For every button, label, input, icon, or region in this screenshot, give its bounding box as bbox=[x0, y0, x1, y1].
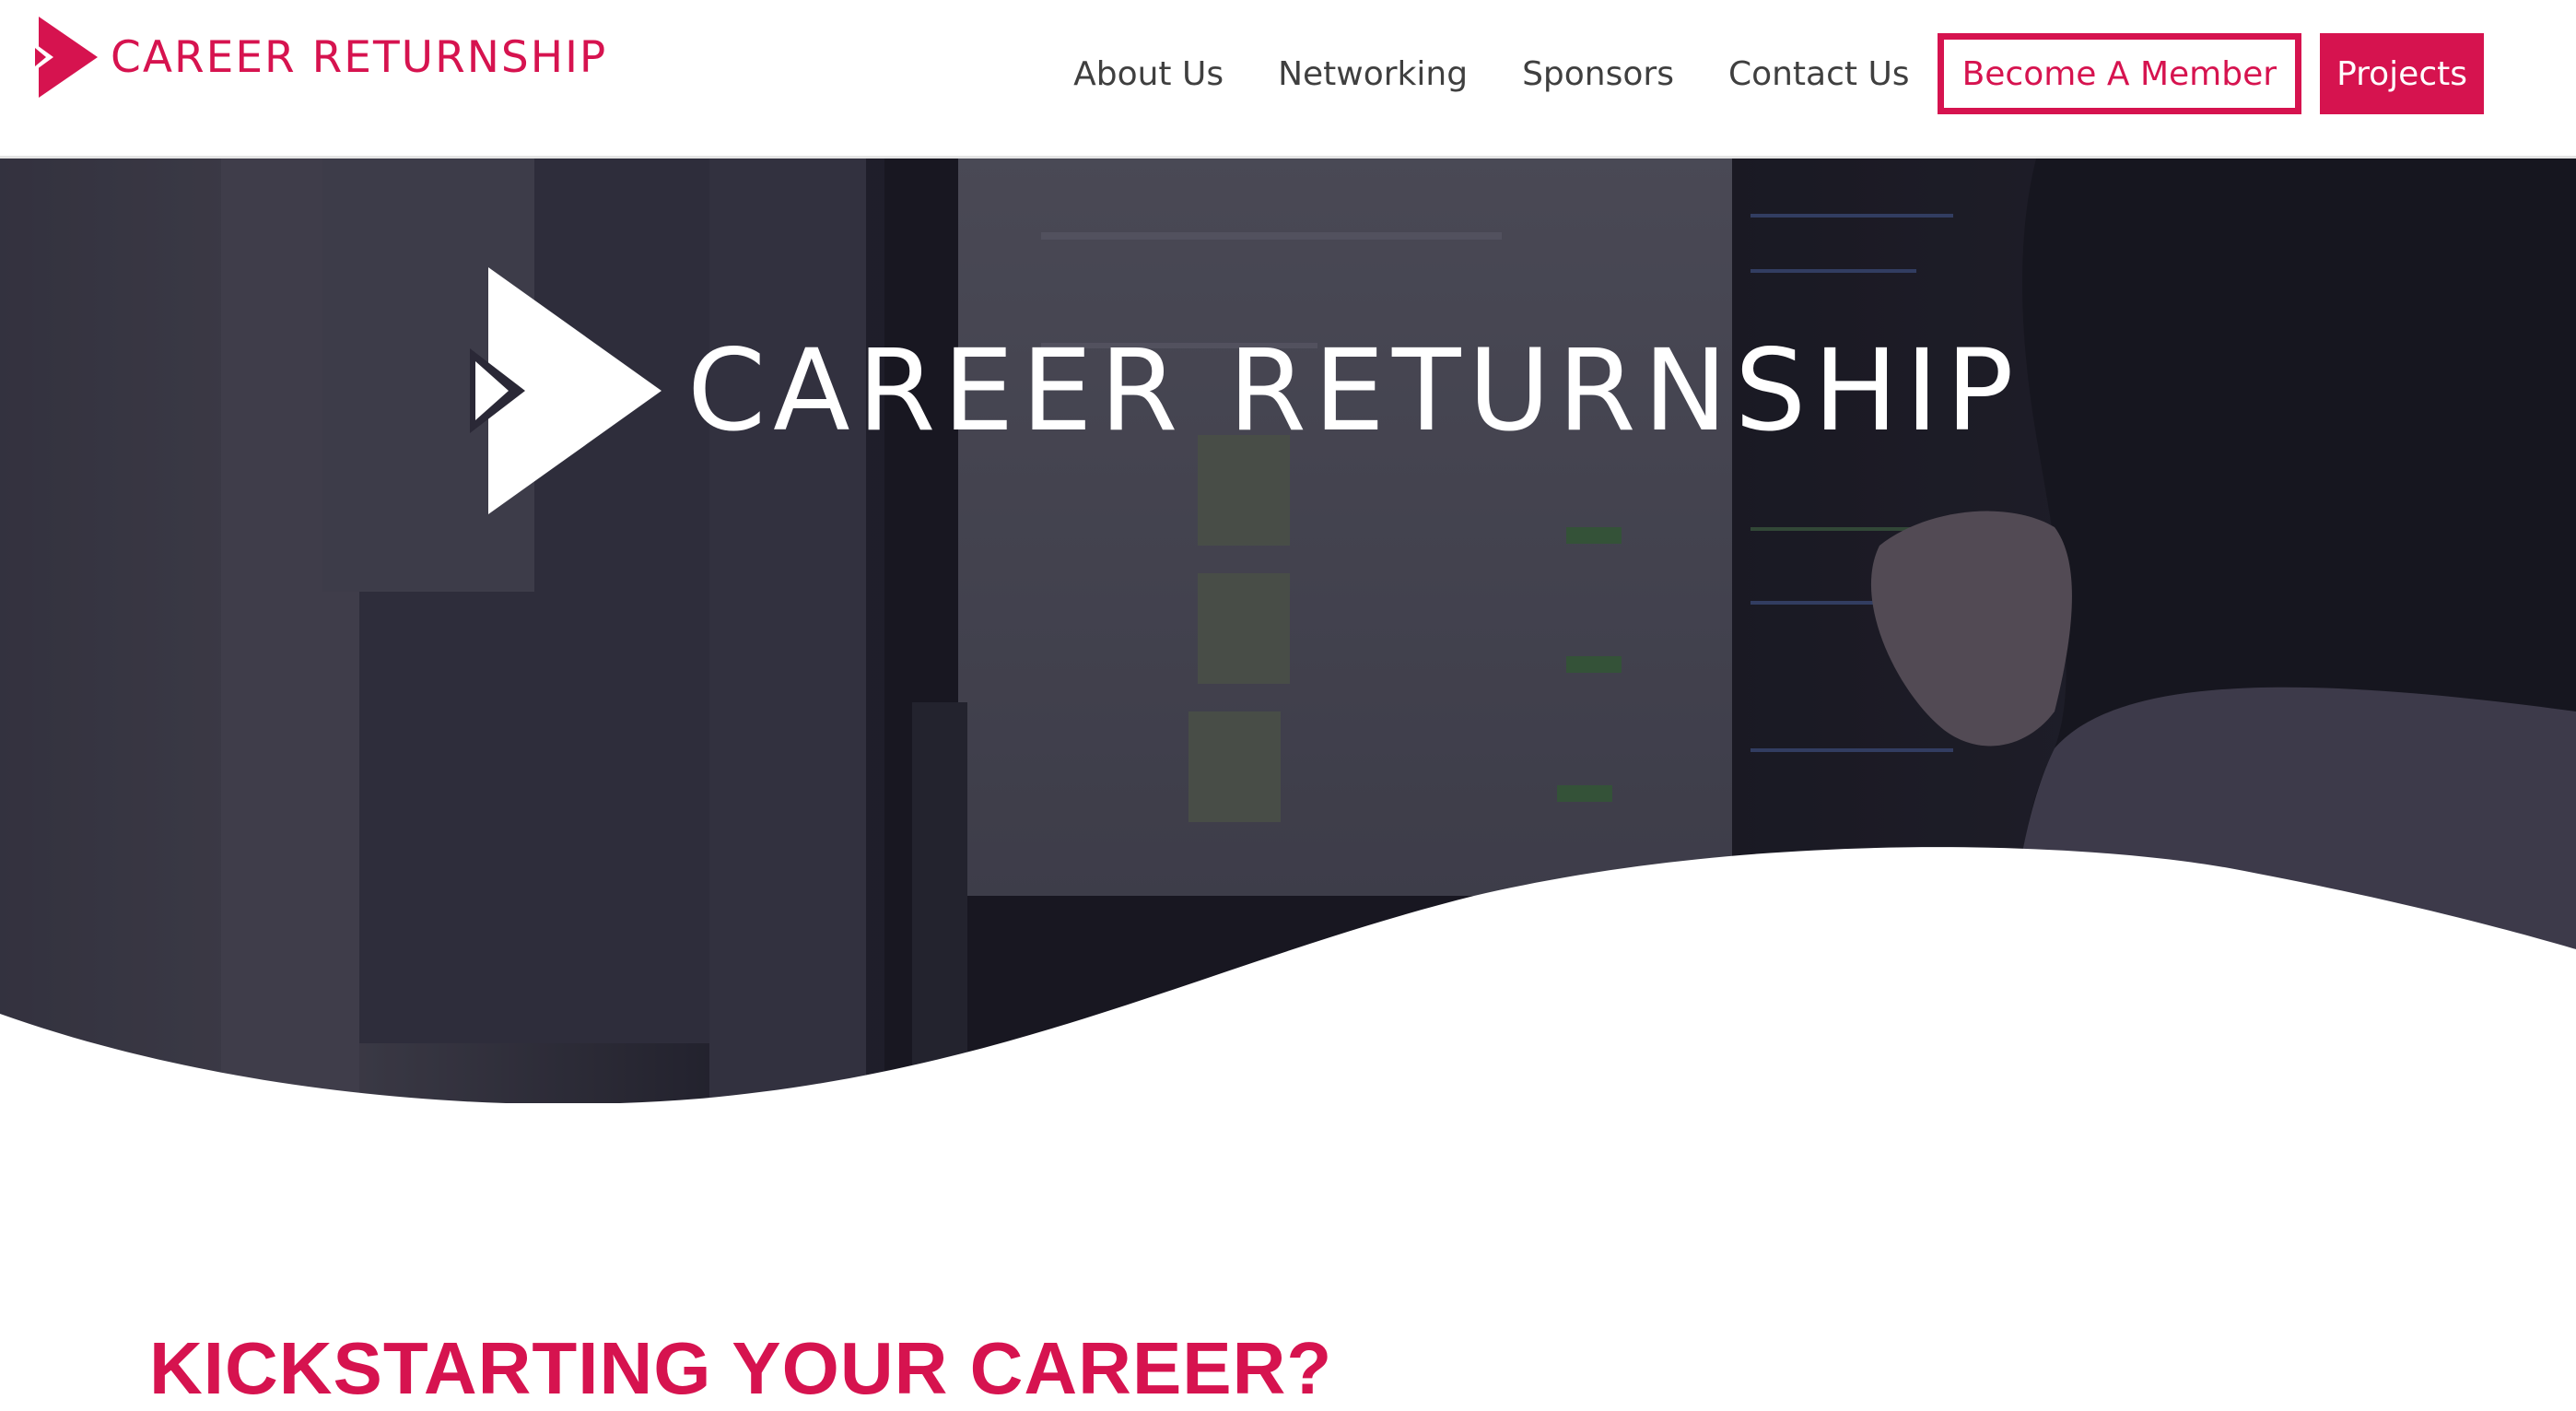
hero-logo: CAREER RETURNSHIP bbox=[470, 262, 2021, 520]
hero-title: CAREER RETURNSHIP bbox=[687, 325, 2021, 456]
projects-button[interactable]: Projects bbox=[2320, 33, 2484, 114]
nav-networking[interactable]: Networking bbox=[1278, 55, 1468, 93]
brand-logo-link[interactable]: CAREER RETURNSHIP bbox=[33, 15, 607, 100]
play-arrow-logo-icon bbox=[33, 17, 98, 98]
site-header: CAREER RETURNSHIP About Us Networking Sp… bbox=[0, 0, 2576, 159]
play-arrow-logo-icon bbox=[470, 267, 662, 514]
become-member-button[interactable]: Become A Member bbox=[1937, 33, 2302, 114]
nav-sponsors[interactable]: Sponsors bbox=[1522, 55, 1674, 93]
main-nav: About Us Networking Sponsors Contact Us … bbox=[1073, 33, 2484, 114]
section-heading: KICKSTARTING YOUR CAREER? bbox=[149, 1326, 1333, 1409]
nav-contact-us[interactable]: Contact Us bbox=[1728, 55, 1910, 93]
nav-about-us[interactable]: About Us bbox=[1073, 55, 1224, 93]
brand-name: CAREER RETURNSHIP bbox=[111, 31, 608, 83]
hero-banner: CAREER RETURNSHIP bbox=[0, 159, 2576, 1103]
